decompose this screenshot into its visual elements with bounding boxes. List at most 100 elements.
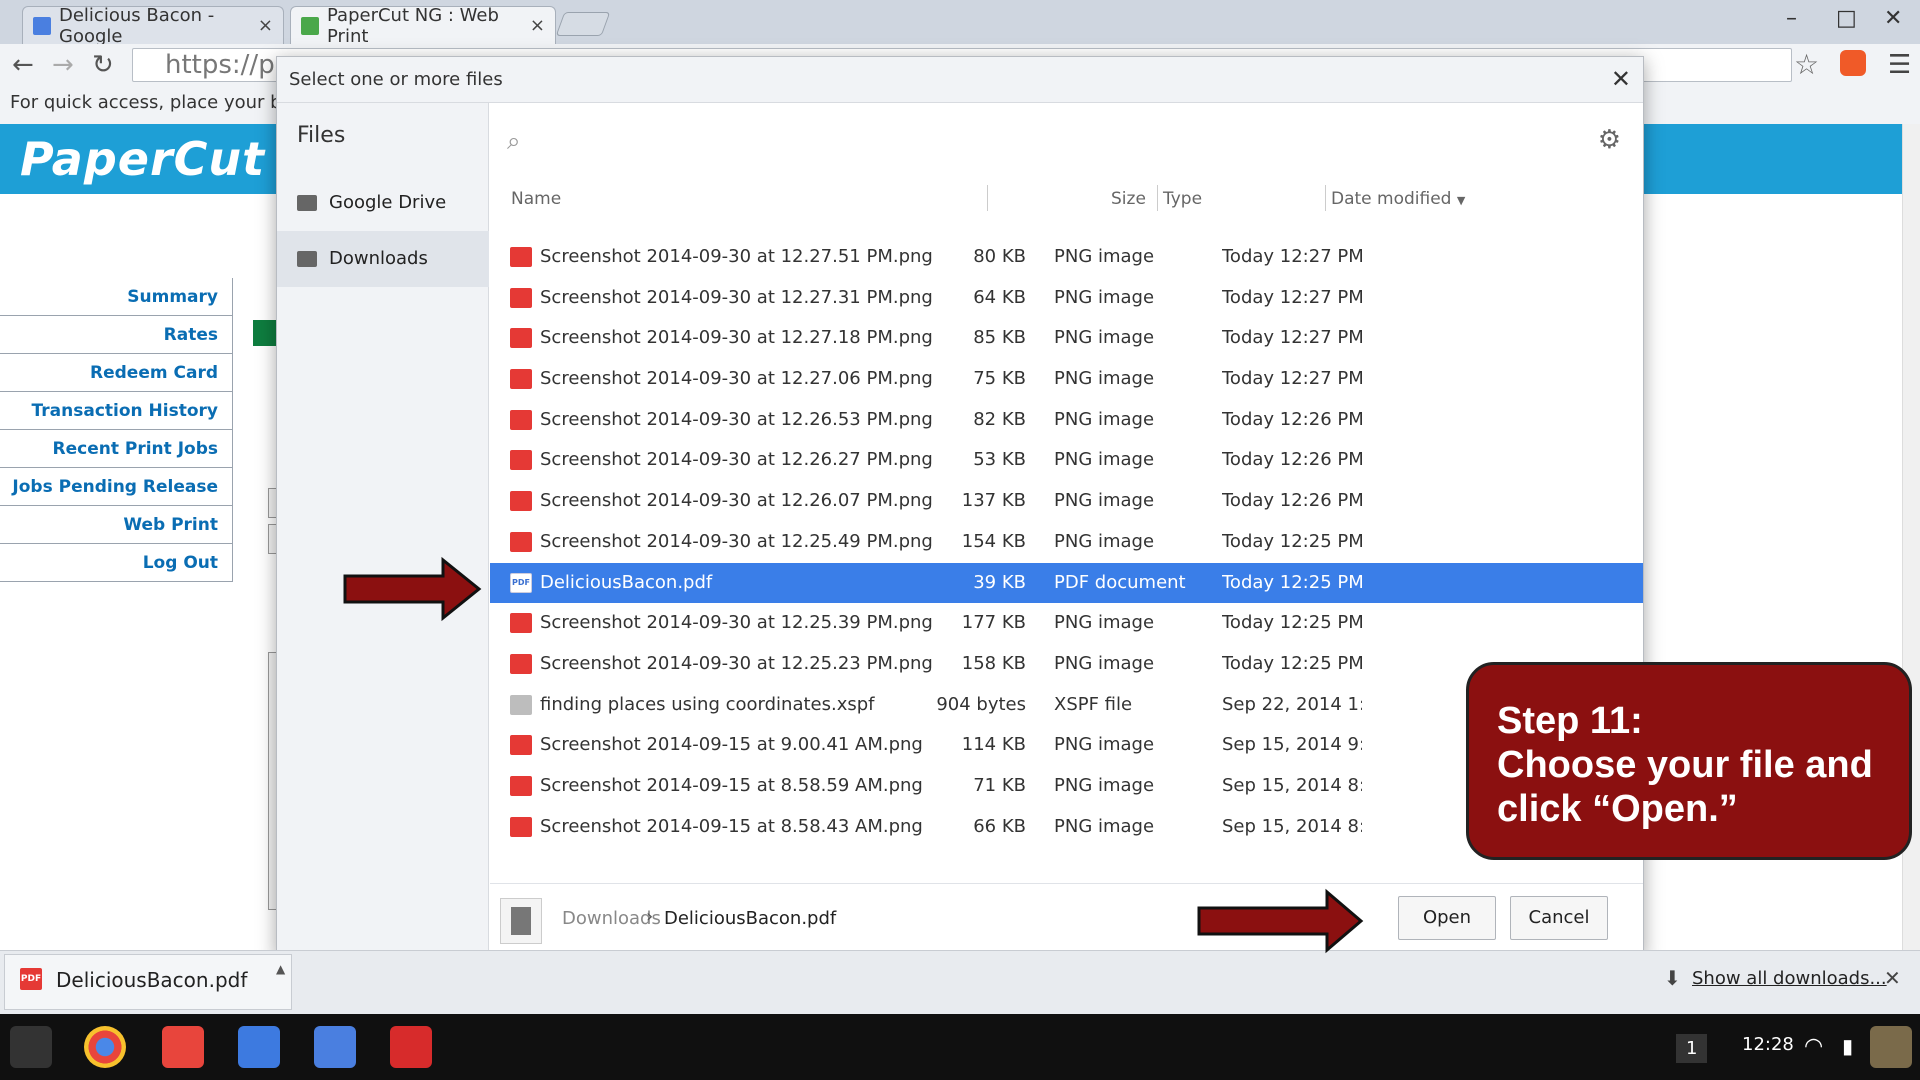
nav-jobs-pending-release[interactable]: Jobs Pending Release xyxy=(0,468,233,506)
image-file-icon xyxy=(510,328,532,349)
column-type[interactable]: Type xyxy=(1163,189,1202,209)
download-folder-icon xyxy=(297,251,317,267)
chrome-icon[interactable] xyxy=(84,1026,126,1068)
show-all-downloads-link[interactable]: Show all downloads... xyxy=(1692,968,1887,989)
column-size[interactable]: Size xyxy=(1111,189,1146,209)
extension-icon[interactable] xyxy=(1840,50,1866,76)
forward-icon[interactable]: → xyxy=(52,50,74,80)
image-file-icon xyxy=(510,653,532,674)
dialog-footer: Downloads › DeliciousBacon.pdf Open Canc… xyxy=(490,883,1643,957)
minimize-icon[interactable]: – xyxy=(1786,6,1797,31)
new-tab-button[interactable] xyxy=(555,12,611,36)
column-divider[interactable] xyxy=(1325,185,1326,211)
open-button[interactable]: Open xyxy=(1398,896,1496,940)
file-date: Today 12:27 PM xyxy=(1222,286,1362,308)
file-name: finding places using coordinates.xspf xyxy=(540,693,875,715)
pdf-icon: PDF xyxy=(20,968,42,990)
file-name: Screenshot 2014-09-30 at 12.25.23 PM.png xyxy=(540,652,933,674)
sidebar-item-downloads[interactable]: Downloads xyxy=(277,231,489,287)
maximize-icon[interactable]: □ xyxy=(1836,6,1857,31)
breadcrumb-file: DeliciousBacon.pdf xyxy=(664,908,837,929)
file-date: Today 12:25 PM xyxy=(1222,652,1362,674)
back-icon[interactable]: ← xyxy=(12,50,34,80)
file-name: Screenshot 2014-09-30 at 12.25.39 PM.png xyxy=(540,612,933,634)
file-size: 114 KB xyxy=(961,734,1026,756)
column-name[interactable]: Name xyxy=(511,189,561,209)
google-search-icon[interactable] xyxy=(238,1026,280,1068)
nav-transaction-history[interactable]: Transaction History xyxy=(0,392,233,430)
bookmark-star-icon[interactable]: ☆ xyxy=(1794,48,1819,81)
gmail-icon[interactable] xyxy=(162,1026,204,1068)
pdf-file-icon: PDF xyxy=(510,572,532,593)
file-row[interactable]: Screenshot 2014-09-30 at 12.27.51 PM.png… xyxy=(490,237,1643,278)
image-file-icon xyxy=(510,369,532,390)
tab-delicious-bacon[interactable]: Delicious Bacon - Google × xyxy=(22,5,284,47)
chrome-menu-icon[interactable]: ☰ xyxy=(1888,50,1911,80)
avatar[interactable] xyxy=(1870,1026,1912,1068)
file-type: PNG image xyxy=(1054,530,1155,552)
file-type: XSPF file xyxy=(1054,693,1133,715)
image-file-icon xyxy=(510,735,532,756)
dialog-close-icon[interactable]: ✕ xyxy=(1611,65,1631,93)
battery-icon[interactable]: ▮ xyxy=(1842,1034,1853,1058)
column-divider[interactable] xyxy=(1157,185,1158,211)
file-size: 158 KB xyxy=(961,652,1026,674)
nav-rates[interactable]: Rates xyxy=(0,316,233,354)
dialog-sidebar: Files Google Drive Downloads xyxy=(277,103,489,957)
papercut-logo: PaperCut xyxy=(20,132,266,186)
file-size: 80 KB xyxy=(973,246,1026,267)
nav-log-out[interactable]: Log Out xyxy=(0,544,233,582)
notification-badge[interactable]: 1 xyxy=(1676,1034,1708,1063)
file-row[interactable]: Screenshot 2014-09-30 at 12.27.06 PM.png… xyxy=(490,359,1643,400)
nav-web-print[interactable]: Web Print xyxy=(0,506,233,544)
file-row[interactable]: Screenshot 2014-09-30 at 12.27.31 PM.png… xyxy=(490,278,1643,319)
nav-recent-print-jobs[interactable]: Recent Print Jobs xyxy=(0,430,233,468)
nav-redeem-card[interactable]: Redeem Card xyxy=(0,354,233,392)
file-size: 39 KB xyxy=(973,571,1026,593)
image-file-icon xyxy=(510,287,532,308)
column-label: Date modified xyxy=(1331,189,1452,209)
file-name: Screenshot 2014-09-30 at 12.26.07 PM.png xyxy=(540,490,933,512)
papercut-icon xyxy=(301,16,319,35)
youtube-icon[interactable] xyxy=(390,1026,432,1068)
image-file-icon xyxy=(510,247,532,267)
nav-summary[interactable]: Summary xyxy=(0,278,233,316)
cancel-button[interactable]: Cancel xyxy=(1510,896,1608,940)
column-date-modified[interactable]: Date modified ▼ xyxy=(1331,189,1465,209)
shelf-close-icon[interactable]: ✕ xyxy=(1884,966,1901,990)
file-row[interactable]: Screenshot 2014-09-30 at 12.26.53 PM.png… xyxy=(490,400,1643,441)
docs-icon xyxy=(33,16,51,35)
file-row[interactable]: Screenshot 2014-09-30 at 12.25.39 PM.png… xyxy=(490,603,1643,644)
window-close-icon[interactable]: ✕ xyxy=(1884,6,1902,31)
tab-close-icon[interactable]: × xyxy=(258,15,273,36)
file-name: Screenshot 2014-09-30 at 12.25.49 PM.png xyxy=(540,530,933,552)
file-row[interactable]: Screenshot 2014-09-30 at 12.26.27 PM.png… xyxy=(490,440,1643,481)
file-size: 137 KB xyxy=(961,490,1026,512)
docs-icon[interactable] xyxy=(314,1026,356,1068)
file-name: Screenshot 2014-09-30 at 12.27.18 PM.png xyxy=(540,327,933,349)
chevron-down-icon[interactable]: ▲ xyxy=(276,962,285,976)
column-divider[interactable] xyxy=(987,185,988,211)
file-row[interactable]: Screenshot 2014-09-30 at 12.25.49 PM.png… xyxy=(490,522,1643,563)
callout-line: click “Open.” xyxy=(1497,788,1738,830)
callout-line: Choose your file and xyxy=(1497,744,1873,786)
sidebar-title: Files xyxy=(297,123,346,148)
download-filename[interactable]: DeliciousBacon.pdf xyxy=(56,968,247,992)
reload-icon[interactable]: ↻ xyxy=(92,50,114,80)
sidebar-item-google-drive[interactable]: Google Drive xyxy=(277,175,489,231)
tab-close-icon[interactable]: × xyxy=(530,15,545,36)
file-name: Screenshot 2014-09-15 at 8.58.43 AM.png xyxy=(540,815,923,837)
search-icon[interactable]: ⌕ xyxy=(507,127,520,155)
file-picker-dialog: Select one or more files ✕ Files Google … xyxy=(276,56,1644,957)
file-size: 82 KB xyxy=(973,408,1026,430)
file-row[interactable]: Screenshot 2014-09-30 at 12.27.18 PM.png… xyxy=(490,318,1643,359)
file-type: PDF document xyxy=(1054,571,1186,593)
wifi-icon[interactable]: ◠ xyxy=(1804,1034,1823,1059)
file-row[interactable]: Screenshot 2014-09-30 at 12.26.07 PM.png… xyxy=(490,481,1643,522)
tab-papercut[interactable]: PaperCut NG : Web Print × xyxy=(290,5,556,47)
app-launcher-icon[interactable] xyxy=(10,1026,52,1068)
file-row[interactable]: PDF DeliciousBacon.pdf 39 KB PDF document To… xyxy=(490,562,1643,604)
clock[interactable]: 12:28 xyxy=(1742,1034,1794,1055)
gear-icon[interactable]: ⚙ xyxy=(1598,125,1621,155)
file-date: Sep 22, 2014 1:3 xyxy=(1222,693,1362,715)
